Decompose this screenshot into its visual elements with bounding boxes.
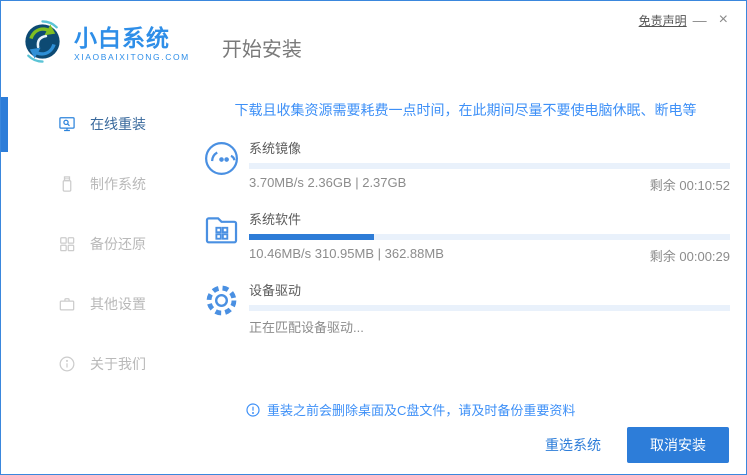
progress-fill	[249, 234, 375, 240]
info-circle-icon	[57, 354, 77, 374]
close-button[interactable]: ×	[713, 10, 734, 30]
task-content: 系统镜像 3.70MB/s 2.36GB | 2.37GB 剩余 00:10:5…	[249, 137, 730, 194]
titlebar-controls: 免责声明 — ×	[639, 10, 734, 30]
download-notice: 下载且收集资源需要耗费一点时间，在此期间尽量不要使电脑休眠、断电等	[234, 102, 697, 118]
header: 小白系统 XIAOBAIXITONG.COM 开始安装 免责声明 — ×	[1, 1, 746, 87]
task-stats: 10.46MB/s 310.95MB | 362.88MB 剩余 00:00:2…	[249, 246, 730, 265]
task-row-device-driver: 设备驱动 正在匹配设备驱动...	[201, 279, 730, 336]
brand-text: 小白系统 XIAOBAIXITONG.COM	[74, 26, 190, 62]
page-title: 开始安装	[221, 38, 302, 61]
sidebar-item-label: 关于我们	[90, 356, 146, 372]
software-folder-icon	[201, 209, 242, 250]
task-name: 系统镜像	[249, 141, 302, 156]
task-row-system-image: 系统镜像 3.70MB/s 2.36GB | 2.37GB 剩余 00:10:5…	[201, 137, 730, 194]
backup-warning: 重装之前会删除桌面及C盘文件，请及时备份重要资料	[245, 400, 730, 419]
sidebar-item-backup-restore[interactable]: 备份还原	[1, 214, 181, 274]
main-content: 下载且收集资源需要耗费一点时间，在此期间尽量不要使电脑休眠、断电等 系统镜像 3…	[181, 87, 746, 474]
sidebar-item-online-reinstall[interactable]: 在线重装	[1, 94, 181, 154]
task-name: 系统软件	[249, 212, 302, 227]
disclaimer-link[interactable]: 免责声明	[639, 12, 687, 29]
task-stats: 正在匹配设备驱动...	[249, 317, 730, 336]
task-name: 设备驱动	[249, 283, 302, 298]
monitor-search-icon	[57, 114, 77, 134]
footer-actions: 重选系统 取消安装	[545, 427, 729, 463]
task-remaining: 剩余 00:10:52	[649, 178, 730, 193]
sidebar-item-label: 备份还原	[90, 236, 146, 252]
backup-grid-icon	[57, 234, 77, 254]
active-indicator	[1, 97, 8, 152]
sidebar-item-label: 制作系统	[90, 176, 146, 192]
brand-logo: 小白系统 XIAOBAIXITONG.COM	[19, 18, 190, 70]
app-window: 小白系统 XIAOBAIXITONG.COM 开始安装 免责声明 — × 在线重…	[0, 0, 747, 475]
sidebar-item-other-settings[interactable]: 其他设置	[1, 274, 181, 334]
task-detail: 正在匹配设备驱动...	[249, 320, 364, 335]
sidebar-item-label: 其他设置	[90, 296, 146, 312]
sidebar: 在线重装 制作系统 备份还原 其他设置 关于我们	[1, 87, 181, 474]
progress-bar	[249, 305, 730, 311]
task-detail: 3.70MB/s 2.36GB | 2.37GB	[249, 175, 407, 190]
progress-bar	[249, 163, 730, 169]
task-remaining: 剩余 00:00:29	[649, 249, 730, 264]
brand-name: 小白系统	[74, 24, 170, 51]
brand-site: XIAOBAIXITONG.COM	[74, 52, 190, 63]
sidebar-item-label: 在线重装	[90, 116, 146, 132]
gear-icon	[201, 280, 242, 321]
exclamation-circle-icon	[245, 402, 261, 418]
cancel-install-button[interactable]: 取消安装	[627, 427, 729, 463]
task-list: 系统镜像 3.70MB/s 2.36GB | 2.37GB 剩余 00:10:5…	[201, 137, 730, 336]
usb-drive-icon	[57, 174, 77, 194]
task-content: 设备驱动 正在匹配设备驱动...	[249, 279, 730, 336]
task-detail: 10.46MB/s 310.95MB | 362.88MB	[249, 246, 444, 261]
task-content: 系统软件 10.46MB/s 310.95MB | 362.88MB 剩余 00…	[249, 208, 730, 265]
minimize-button[interactable]: —	[687, 11, 713, 29]
reselect-system-button[interactable]: 重选系统	[545, 435, 601, 455]
progress-bar	[249, 234, 730, 240]
warning-text: 重装之前会删除桌面及C盘文件，请及时备份重要资料	[267, 403, 576, 418]
sidebar-item-about-us[interactable]: 关于我们	[1, 334, 181, 394]
app-logo-icon	[19, 18, 66, 70]
system-image-icon	[201, 138, 242, 179]
briefcase-icon	[57, 294, 77, 314]
body: 在线重装 制作系统 备份还原 其他设置 关于我们 下载且收集资源需要耗费一点时间…	[1, 87, 746, 474]
task-stats: 3.70MB/s 2.36GB | 2.37GB 剩余 00:10:52	[249, 175, 730, 194]
task-row-system-software: 系统软件 10.46MB/s 310.95MB | 362.88MB 剩余 00…	[201, 208, 730, 265]
sidebar-item-make-system[interactable]: 制作系统	[1, 154, 181, 214]
